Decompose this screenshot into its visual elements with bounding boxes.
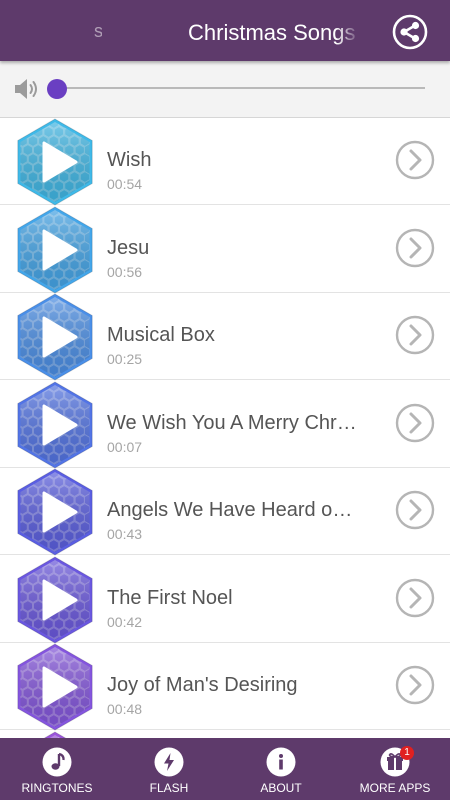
nav-more-apps[interactable]: 1 MORE APPS <box>350 738 440 800</box>
chevron-right-icon[interactable] <box>395 140 435 180</box>
song-list-item[interactable]: Wish 00:54 <box>0 118 450 208</box>
song-title: Joy of Man's Desiring <box>107 674 298 696</box>
bottom-nav: RINGTONES FLASH ABOUT 1 MORE APPS <box>0 738 450 800</box>
nav-flash[interactable]: FLASH <box>124 738 214 800</box>
chevron-right-icon[interactable] <box>395 578 435 618</box>
chevron-right-icon[interactable] <box>395 228 435 268</box>
nav-flash-label: FLASH <box>149 781 189 795</box>
chevron-right-icon[interactable] <box>395 403 435 443</box>
song-list-item[interactable]: The First Noel 00:42 <box>0 554 450 646</box>
song-title: Musical Box <box>107 324 215 346</box>
song-duration: 00:54 <box>107 176 143 192</box>
title-fade <box>336 14 360 50</box>
song-list-item[interactable]: Jesu 00:56 <box>0 204 450 296</box>
song-list-item[interactable]: We Wish You A Merry Christ... 00:07 <box>0 379 450 471</box>
song-duration: 00:48 <box>107 701 143 717</box>
nav-ringtones[interactable]: RINGTONES <box>12 738 102 800</box>
song-list-item[interactable]: Angels We Have Heard on... 00:43 <box>0 466 450 558</box>
nav-ringtones-label: RINGTONES <box>21 781 93 795</box>
play-button[interactable] <box>11 641 99 733</box>
song-duration: 00:25 <box>107 351 143 367</box>
song-list: Wish 00:54 Jesu 00:56 Musical Box 00:25 We Wis… <box>0 118 450 738</box>
app-window: s Christmas Songs Wish 00:54 Jesu 00:56 Musi… <box>0 0 450 800</box>
song-duration: 00:07 <box>107 439 143 455</box>
song-list-item[interactable] <box>0 731 450 738</box>
more-apps-badge: 1 <box>400 746 414 760</box>
song-duration: 00:43 <box>107 526 143 542</box>
music-note-icon <box>42 747 72 777</box>
song-title: Wish <box>107 149 152 171</box>
info-icon <box>266 747 296 777</box>
page-title: Christmas Songs <box>188 20 356 45</box>
song-title: The First Noel <box>107 587 233 609</box>
volume-bar <box>0 61 450 118</box>
chevron-right-icon[interactable] <box>395 490 435 530</box>
marquee-ghost-text: s <box>94 22 102 40</box>
nav-about-label: ABOUT <box>260 781 302 795</box>
song-duration: 00:42 <box>107 614 143 630</box>
song-title: Angels We Have Heard on... <box>107 499 357 521</box>
nav-about[interactable]: ABOUT <box>236 738 326 800</box>
chevron-right-icon[interactable] <box>395 315 435 355</box>
app-header: s Christmas Songs <box>0 0 450 61</box>
song-list-item[interactable]: Joy of Man's Desiring 00:48 <box>0 641 450 733</box>
play-button[interactable] <box>11 118 99 208</box>
share-icon <box>392 14 428 50</box>
song-title: Jesu <box>107 237 150 259</box>
chevron-right-icon[interactable] <box>395 665 435 705</box>
play-button[interactable] <box>11 291 99 383</box>
play-button[interactable] <box>11 729 99 738</box>
song-title: We Wish You A Merry Christ... <box>107 412 357 434</box>
play-button[interactable] <box>11 204 99 296</box>
play-button[interactable] <box>11 554 99 646</box>
song-duration: 00:56 <box>107 264 143 280</box>
play-button[interactable] <box>11 466 99 558</box>
volume-slider-track[interactable] <box>56 87 425 89</box>
volume-slider-thumb[interactable] <box>47 79 67 99</box>
nav-more-apps-label: MORE APPS <box>359 781 431 795</box>
play-button[interactable] <box>11 379 99 471</box>
song-list-item[interactable]: Musical Box 00:25 <box>0 291 450 383</box>
share-button[interactable] <box>392 14 428 50</box>
lightning-icon <box>154 747 184 777</box>
speaker-icon[interactable] <box>12 75 40 103</box>
